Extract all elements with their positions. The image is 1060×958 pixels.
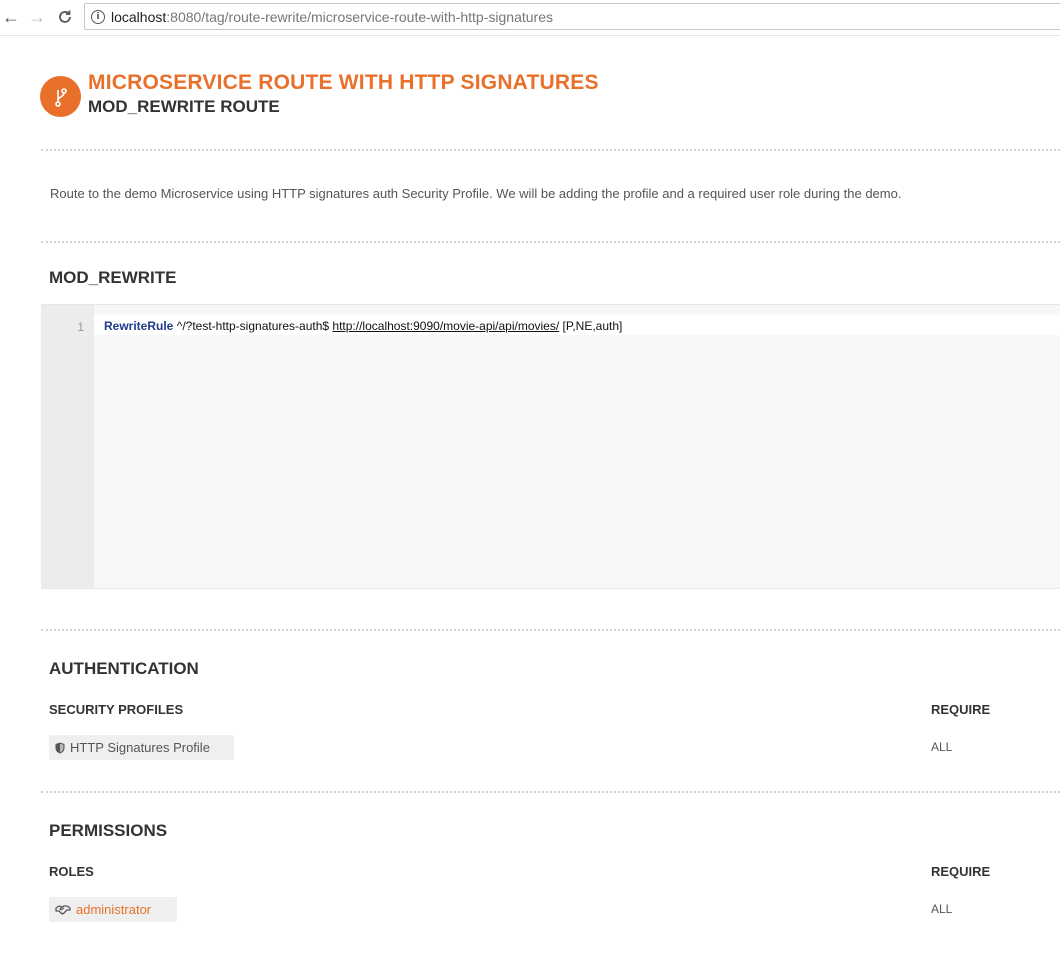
forward-arrow-icon[interactable]: → bbox=[26, 6, 48, 28]
handshake-icon bbox=[55, 904, 71, 915]
route-description: Route to the demo Microservice using HTT… bbox=[50, 186, 902, 201]
perm-require-value: ALL bbox=[931, 902, 953, 916]
authentication-heading: AUTHENTICATION bbox=[49, 659, 199, 678]
security-profile-tag[interactable]: HTTP Signatures Profile bbox=[49, 735, 234, 760]
code-pattern: ^/?test-http-signatures-auth$ bbox=[173, 319, 333, 333]
code-line[interactable]: RewriteRule ^/?test-http-signatures-auth… bbox=[104, 319, 622, 333]
code-keyword: RewriteRule bbox=[104, 319, 174, 333]
perm-require-label: REQUIRE bbox=[931, 864, 991, 879]
reload-icon[interactable] bbox=[54, 6, 76, 28]
branch-icon bbox=[40, 76, 81, 117]
auth-require-label: REQUIRE bbox=[931, 702, 991, 717]
auth-require-value: ALL bbox=[931, 740, 953, 754]
security-profiles-label: SECURITY PROFILES bbox=[49, 702, 184, 717]
shield-icon bbox=[55, 742, 65, 754]
roles-label: ROLES bbox=[49, 864, 94, 879]
line-gutter: 1 bbox=[41, 305, 94, 588]
browser-toolbar: ← → i localhost:8080/tag/route-rewrite/m… bbox=[0, 0, 1060, 36]
url-path: :8080/tag/route-rewrite/microservice-rou… bbox=[166, 8, 553, 25]
back-arrow-icon[interactable]: ← bbox=[0, 6, 22, 28]
permissions-heading: PERMISSIONS bbox=[49, 821, 168, 840]
divider bbox=[41, 791, 1060, 793]
security-profile-label: HTTP Signatures Profile bbox=[70, 740, 210, 755]
line-number: 1 bbox=[77, 320, 84, 334]
divider bbox=[41, 629, 1060, 631]
divider bbox=[41, 241, 1060, 243]
info-icon[interactable]: i bbox=[91, 9, 105, 24]
code-editor[interactable]: 1 RewriteRule ^/?test-http-signatures-au… bbox=[41, 304, 1060, 589]
role-label: administrator bbox=[76, 902, 152, 917]
page-subtitle: MOD_REWRITE ROUTE bbox=[88, 97, 280, 116]
url-host: localhost bbox=[111, 8, 167, 25]
code-target-link[interactable]: http://localhost:9090/movie-api/api/movi… bbox=[332, 319, 559, 333]
address-bar[interactable]: i localhost:8080/tag/route-rewrite/micro… bbox=[84, 3, 1060, 30]
mod-rewrite-heading: MOD_REWRITE bbox=[49, 268, 177, 287]
page-title: MICROSERVICE ROUTE WITH HTTP SIGNATURES bbox=[88, 71, 599, 94]
divider bbox=[41, 149, 1060, 151]
role-tag[interactable]: administrator bbox=[49, 897, 177, 922]
code-flags: [P,NE,auth] bbox=[559, 319, 623, 333]
